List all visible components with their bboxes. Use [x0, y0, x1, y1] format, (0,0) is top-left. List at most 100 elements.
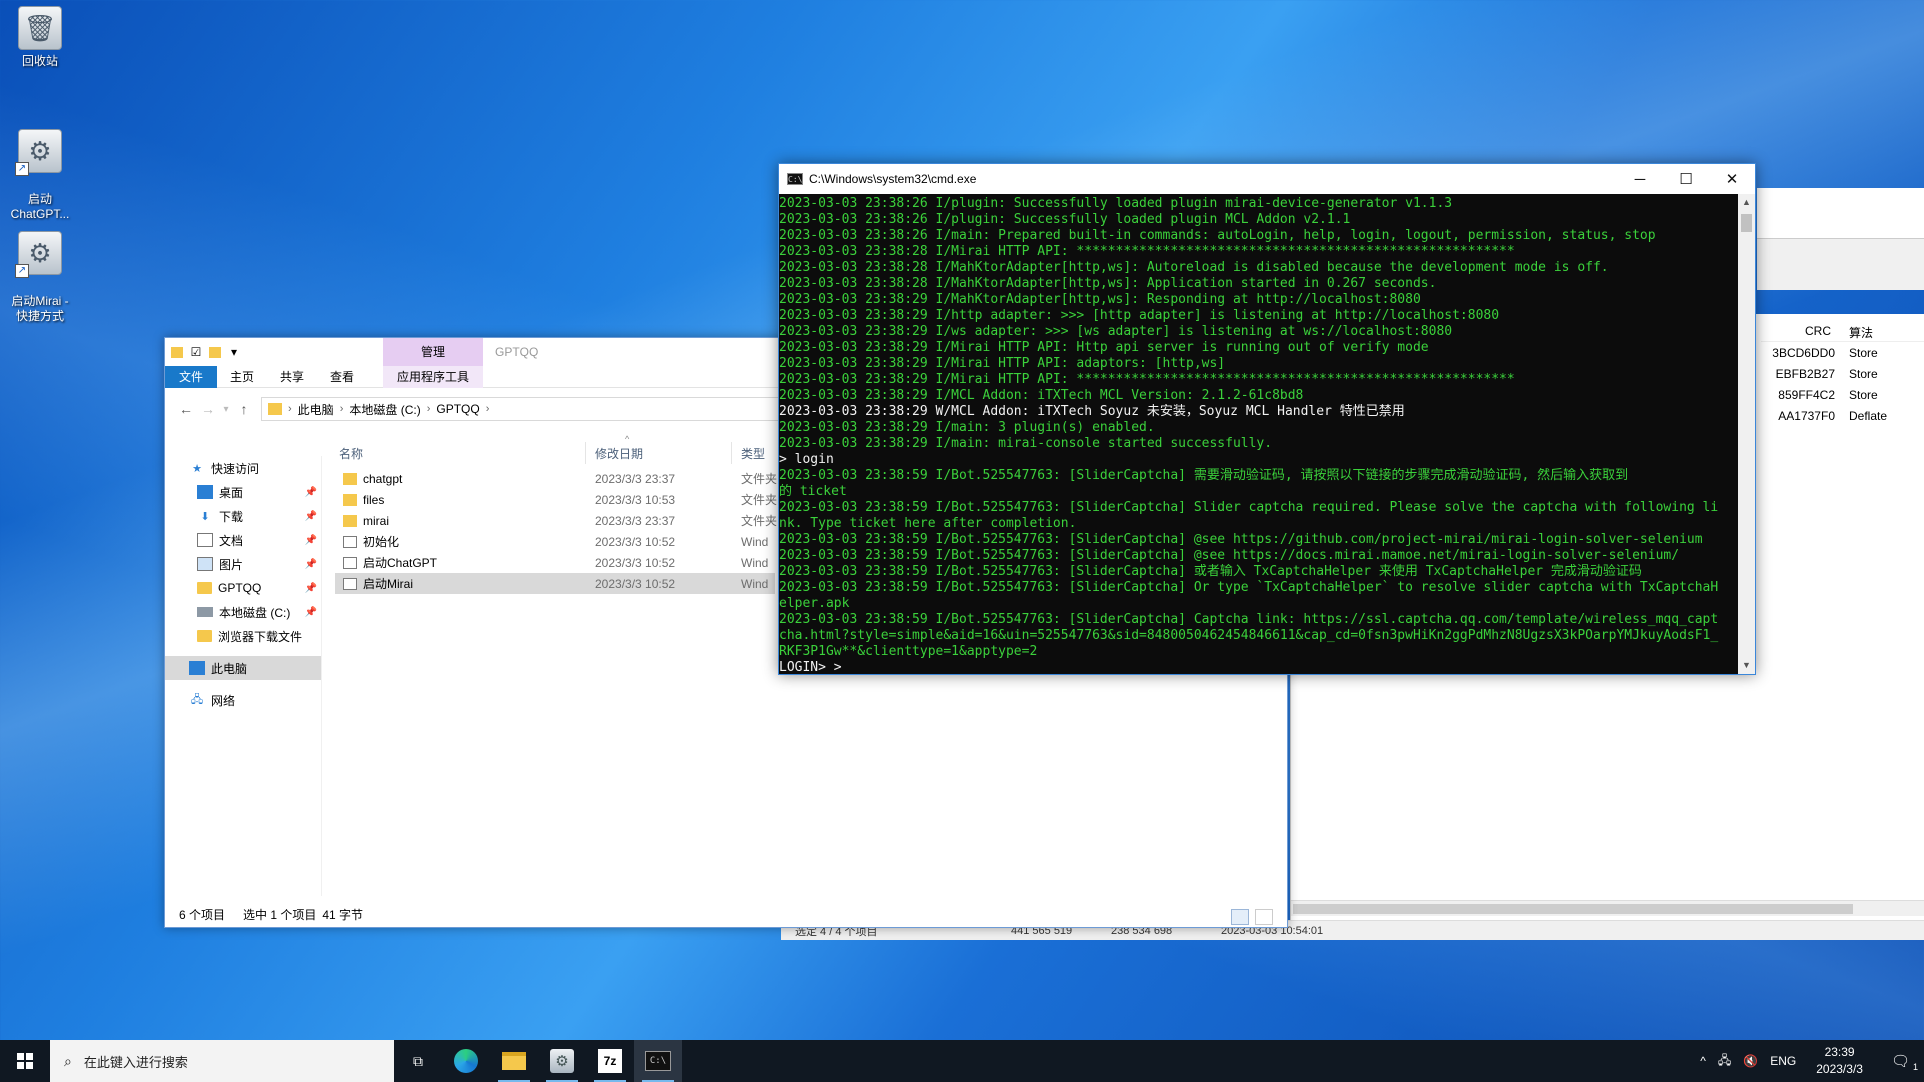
column-date[interactable]: 修改日期: [595, 445, 643, 462]
desktop-icon-start-mirai[interactable]: ⚙ ↗ 启动Mirai - 快捷方式: [0, 216, 80, 339]
close-button[interactable]: ✕: [1709, 164, 1755, 194]
file-row-selected[interactable]: 启动Mirai 2023/3/3 10:52 Wind: [335, 573, 775, 594]
cmd-title-bar[interactable]: C:\ C:\Windows\system32\cmd.exe ─ ☐ ✕: [779, 164, 1755, 194]
archive-method: Deflate: [1849, 409, 1888, 423]
nav-browser-downloads[interactable]: 浏览器下载文件: [165, 624, 321, 648]
column-divider[interactable]: [585, 442, 586, 464]
tab-file[interactable]: 文件: [165, 365, 218, 388]
cmd-line: 2023-03-03 23:38:29 I/http adapter: >>> …: [779, 308, 1500, 323]
navigation-pane: ★ 快速访问 桌面 📌 ⬇ 下载 📌 文档 📌 图片 📌 GPTQQ 📌 本地磁…: [165, 456, 322, 896]
file-name: 初始化: [363, 535, 400, 549]
breadcrumb-this-pc[interactable]: 此电脑: [298, 401, 334, 418]
column-name[interactable]: 名称: [339, 445, 363, 462]
cmd-line: cha.html?style=simple&aid=16&uin=5255477…: [779, 628, 1719, 643]
column-crc[interactable]: CRC: [1805, 324, 1831, 338]
up-icon[interactable]: ↑: [233, 401, 255, 417]
breadcrumb-gptqq[interactable]: GPTQQ: [436, 402, 479, 416]
cmd-line: 2023-03-03 23:38:26 I/main: Prepared bui…: [779, 228, 1656, 243]
folder-icon: [343, 514, 357, 527]
start-button[interactable]: [0, 1040, 50, 1082]
taskbar-cmd[interactable]: C:\: [634, 1040, 682, 1082]
file-date: 2023/3/3 23:37: [595, 471, 676, 486]
cmd-line: 2023-03-03 23:38:28 I/MahKtorAdapter[htt…: [779, 260, 1609, 275]
taskbar-7zip[interactable]: 7z: [586, 1040, 634, 1082]
picture-icon: [197, 557, 213, 571]
nav-network[interactable]: 🖧 网络: [165, 688, 321, 712]
notification-center-icon[interactable]: 🗨 1: [1877, 1052, 1924, 1072]
details-view-icon[interactable]: [1231, 909, 1249, 925]
properties-icon[interactable]: ☑: [189, 345, 203, 359]
archive-row[interactable]: 859FF4C2 Store: [1761, 388, 1924, 409]
breadcrumb-local-disk[interactable]: 本地磁盘 (C:): [349, 401, 420, 418]
column-type[interactable]: 类型: [741, 445, 765, 462]
cmd-vertical-scrollbar[interactable]: ▲ ▼: [1738, 194, 1755, 674]
archive-row[interactable]: EBFB2B27 Store: [1761, 367, 1924, 388]
cmd-console-output[interactable]: 2023-03-03 23:38:26 I/plugin: Successful…: [779, 194, 1739, 674]
new-folder-icon[interactable]: [209, 346, 221, 358]
minimize-button[interactable]: ─: [1617, 164, 1663, 194]
tab-manage[interactable]: 管理: [383, 338, 483, 366]
nav-this-pc[interactable]: 此电脑: [165, 656, 321, 680]
taskbar-search[interactable]: ⌕ 在此键入进行搜索: [50, 1040, 394, 1082]
cmd-line: 2023-03-03 23:38:29 I/MCL Addon: iTXTech…: [779, 388, 1304, 403]
star-icon: ★: [192, 462, 202, 475]
chevron-right-icon[interactable]: ›: [427, 403, 431, 415]
archive-row[interactable]: AA1737F0 Deflate: [1761, 409, 1924, 430]
cmd-line: 2023-03-03 23:38:29 I/Mirai HTTP API: ad…: [779, 356, 1226, 371]
desktop-icon-recycle-bin[interactable]: 🗑 回收站: [0, 6, 80, 69]
archive-horizontal-scrollbar[interactable]: [1291, 900, 1924, 916]
tab-view[interactable]: 查看: [317, 366, 367, 388]
chevron-right-icon[interactable]: ›: [486, 403, 490, 415]
nav-documents[interactable]: 文档 📌: [165, 528, 321, 552]
maximize-button[interactable]: ☐: [1663, 164, 1709, 194]
network-icon[interactable]: 🖧: [1712, 1051, 1737, 1072]
scrollbar-thumb[interactable]: [1741, 214, 1752, 232]
nav-pictures[interactable]: 图片 📌: [165, 552, 321, 576]
pin-icon[interactable]: 📌: [305, 535, 317, 546]
taskbar-shortcut-app[interactable]: ⚙: [538, 1040, 586, 1082]
cmd-line: 2023-03-03 23:38:59 I/Bot.525547763: [Sl…: [779, 500, 1719, 515]
nav-desktop[interactable]: 桌面 📌: [165, 480, 321, 504]
system-tray: ^ 🖧 🔇 ENG 23:39 2023/3/3 🗨 1: [1694, 1040, 1924, 1082]
chevron-right-icon[interactable]: ›: [340, 403, 344, 415]
archive-crc: EBFB2B27: [1775, 367, 1835, 381]
clock[interactable]: 23:39 2023/3/3: [1802, 1044, 1877, 1078]
pin-icon[interactable]: 📌: [305, 583, 317, 594]
pin-icon[interactable]: 📌: [305, 607, 317, 618]
column-method[interactable]: 算法: [1849, 324, 1873, 341]
nav-quick-access[interactable]: ★ 快速访问: [165, 456, 321, 480]
nav-gptqq[interactable]: GPTQQ 📌: [165, 576, 321, 600]
chevron-up-icon[interactable]: ^: [1694, 1054, 1712, 1068]
tab-share[interactable]: 共享: [267, 366, 317, 388]
nav-local-disk[interactable]: 本地磁盘 (C:) 📌: [165, 600, 321, 624]
folder-icon: [197, 582, 212, 594]
chevron-down-icon[interactable]: ▾: [227, 345, 241, 359]
back-icon[interactable]: ←: [175, 401, 197, 417]
pin-icon[interactable]: 📌: [305, 559, 317, 570]
scrollbar-thumb[interactable]: [1293, 904, 1853, 914]
task-view-button[interactable]: ⧉: [394, 1040, 442, 1082]
volume-muted-icon[interactable]: 🔇: [1737, 1054, 1764, 1068]
nav-downloads[interactable]: ⬇ 下载 📌: [165, 504, 321, 528]
chevron-right-icon[interactable]: ›: [288, 403, 292, 415]
large-icons-view-icon[interactable]: [1255, 909, 1273, 925]
cmd-line: 2023-03-03 23:38:29 I/Mirai HTTP API: **…: [779, 372, 1515, 387]
tab-app-tools[interactable]: 应用程序工具: [383, 365, 483, 388]
cmd-line: 2023-03-03 23:38:29 I/main: 3 plugin(s) …: [779, 420, 1155, 435]
pin-icon[interactable]: 📌: [305, 511, 317, 522]
scroll-down-icon[interactable]: ▼: [1738, 657, 1755, 674]
taskbar-file-explorer[interactable]: [490, 1040, 538, 1082]
recent-locations-icon[interactable]: ▾: [219, 404, 233, 415]
input-language[interactable]: ENG: [1764, 1054, 1802, 1068]
cmd-input-line[interactable]: LOGIN> >: [779, 660, 1739, 674]
window-title: GPTQQ: [495, 345, 539, 359]
file-name: mirai: [363, 513, 389, 528]
archive-toolbar-lower: [1757, 238, 1924, 290]
scroll-up-icon[interactable]: ▲: [1738, 194, 1755, 211]
tab-home[interactable]: 主页: [217, 366, 267, 388]
column-divider[interactable]: [731, 442, 732, 464]
taskbar-edge[interactable]: [442, 1040, 490, 1082]
archive-row[interactable]: 3BCD6DD0 Store: [1761, 346, 1924, 367]
forward-icon[interactable]: →: [197, 401, 219, 417]
pin-icon[interactable]: 📌: [305, 487, 317, 498]
